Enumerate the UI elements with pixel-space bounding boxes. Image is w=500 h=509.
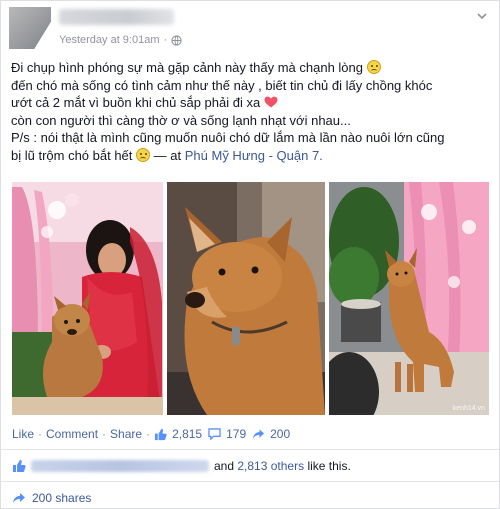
chevron-down-icon[interactable]	[475, 9, 489, 23]
comment-icon	[208, 428, 221, 440]
shares-count-link[interactable]: 200	[252, 427, 290, 441]
others-link[interactable]: 2,813 others	[237, 459, 304, 473]
shares-summary: 200 shares	[12, 491, 91, 505]
at-text: — at	[153, 147, 182, 163]
post-header: Yesterday at 9:01am ·	[9, 7, 489, 51]
heart-icon	[264, 96, 278, 108]
avatar[interactable]	[9, 7, 51, 49]
frown-emoticon-icon	[366, 60, 381, 74]
shares-count: 200	[270, 427, 291, 441]
author-name-redacted[interactable]	[59, 9, 174, 25]
photo-dog-closeup[interactable]	[167, 182, 325, 415]
comments-count: 179	[226, 427, 247, 441]
likes-count-link[interactable]: 2,815	[154, 427, 202, 441]
action-bar: Like · Comment · Share · 2,815 179 200	[12, 427, 296, 441]
likes-summary: and 2,813 others like this.	[12, 459, 351, 473]
likes-count: 2,815	[172, 427, 203, 441]
like-button[interactable]: Like	[12, 427, 34, 441]
post-line-3: ướt cả 2 mắt vì buồn khi chủ sắp phải đi…	[11, 95, 261, 110]
likes-and-text: and	[214, 459, 235, 473]
post-time[interactable]: Yesterday at 9:01am	[59, 34, 160, 46]
frown-emoticon-icon	[136, 147, 151, 162]
divider	[1, 481, 499, 482]
photo-bride-with-dog[interactable]	[12, 182, 163, 415]
thumbs-up-icon	[13, 460, 26, 472]
photo-watermark: kenh14.vn	[452, 405, 485, 412]
post-line-4: còn con người thì càng thờ ơ và sống lạn…	[11, 112, 351, 128]
action-separator: ·	[102, 427, 107, 441]
share-icon	[13, 493, 25, 503]
action-separator: ·	[38, 427, 43, 441]
action-separator: ·	[146, 427, 151, 441]
post-line-2: đến chó mà sống có tình cảm như thế này …	[11, 77, 433, 93]
post-line-1: Đi chụp hình phóng sự mà gặp cảnh này th…	[11, 60, 363, 75]
divider	[1, 449, 499, 450]
thumbs-up-icon	[154, 428, 167, 440]
meta-separator: ·	[163, 34, 168, 46]
post-text: Đi chụp hình phóng sự mà gặp cảnh này th…	[11, 59, 493, 164]
shares-link[interactable]: 200 shares	[32, 491, 91, 505]
post-meta: Yesterday at 9:01am ·	[59, 34, 182, 46]
photo-grid: kenh14.vn	[12, 182, 489, 415]
post-line-6: bị lũ trộm chó bắt hết	[11, 147, 133, 163]
likes-suffix: like this.	[307, 459, 351, 473]
post-card: Yesterday at 9:01am · Đi chụp hình phóng…	[0, 0, 500, 509]
location-link[interactable]: Phú Mỹ Hưng - Quận 7.	[185, 148, 323, 163]
comments-count-link[interactable]: 179	[208, 427, 246, 441]
globe-icon[interactable]	[171, 34, 182, 46]
liker-names-redacted[interactable]	[31, 460, 209, 472]
share-button[interactable]: Share	[110, 427, 142, 441]
post-line-5: P/s : nói thật là mình cũng muốn nuôi ch…	[11, 130, 445, 145]
comment-button[interactable]: Comment	[46, 427, 98, 441]
share-icon	[253, 429, 265, 439]
photo-dog-standing[interactable]: kenh14.vn	[329, 182, 489, 415]
